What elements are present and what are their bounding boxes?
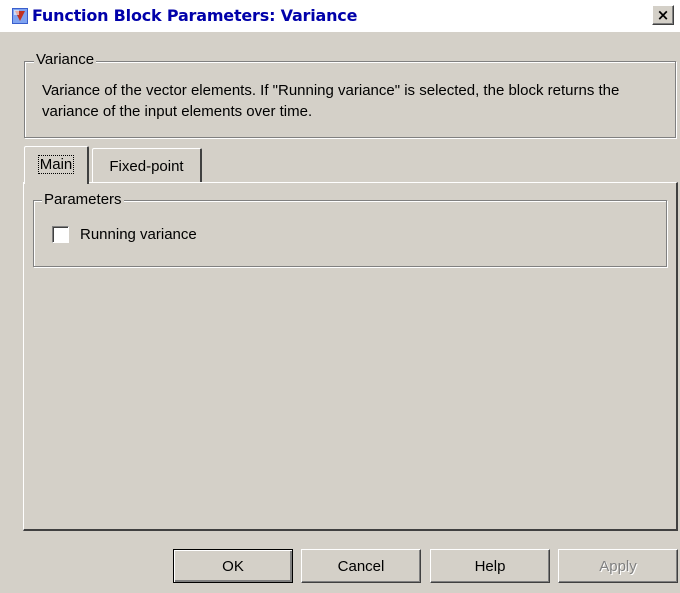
ok-button[interactable]: OK xyxy=(173,549,293,583)
running-variance-checkbox[interactable] xyxy=(52,226,69,243)
tab-fixed-point-label: Fixed-point xyxy=(109,158,184,175)
simulink-block-icon xyxy=(12,8,28,24)
running-variance-label[interactable]: Running variance xyxy=(80,226,197,243)
help-button[interactable]: Help xyxy=(430,549,550,583)
variance-group-label: Variance xyxy=(34,51,97,68)
tab-main-label: Main xyxy=(37,155,75,174)
tab-fixed-point[interactable]: Fixed-point xyxy=(92,148,202,182)
block-description: Variance of the vector elements. If "Run… xyxy=(42,82,620,120)
cancel-button[interactable]: Cancel xyxy=(301,549,421,583)
apply-button[interactable]: Apply xyxy=(558,549,678,583)
tab-main[interactable]: Main xyxy=(24,146,89,184)
window-title: Function Block Parameters: Variance xyxy=(32,6,358,25)
close-icon[interactable]: × xyxy=(652,5,674,25)
title-bar[interactable]: Function Block Parameters: Variance × xyxy=(0,0,680,32)
parameters-group-label: Parameters xyxy=(42,191,124,208)
